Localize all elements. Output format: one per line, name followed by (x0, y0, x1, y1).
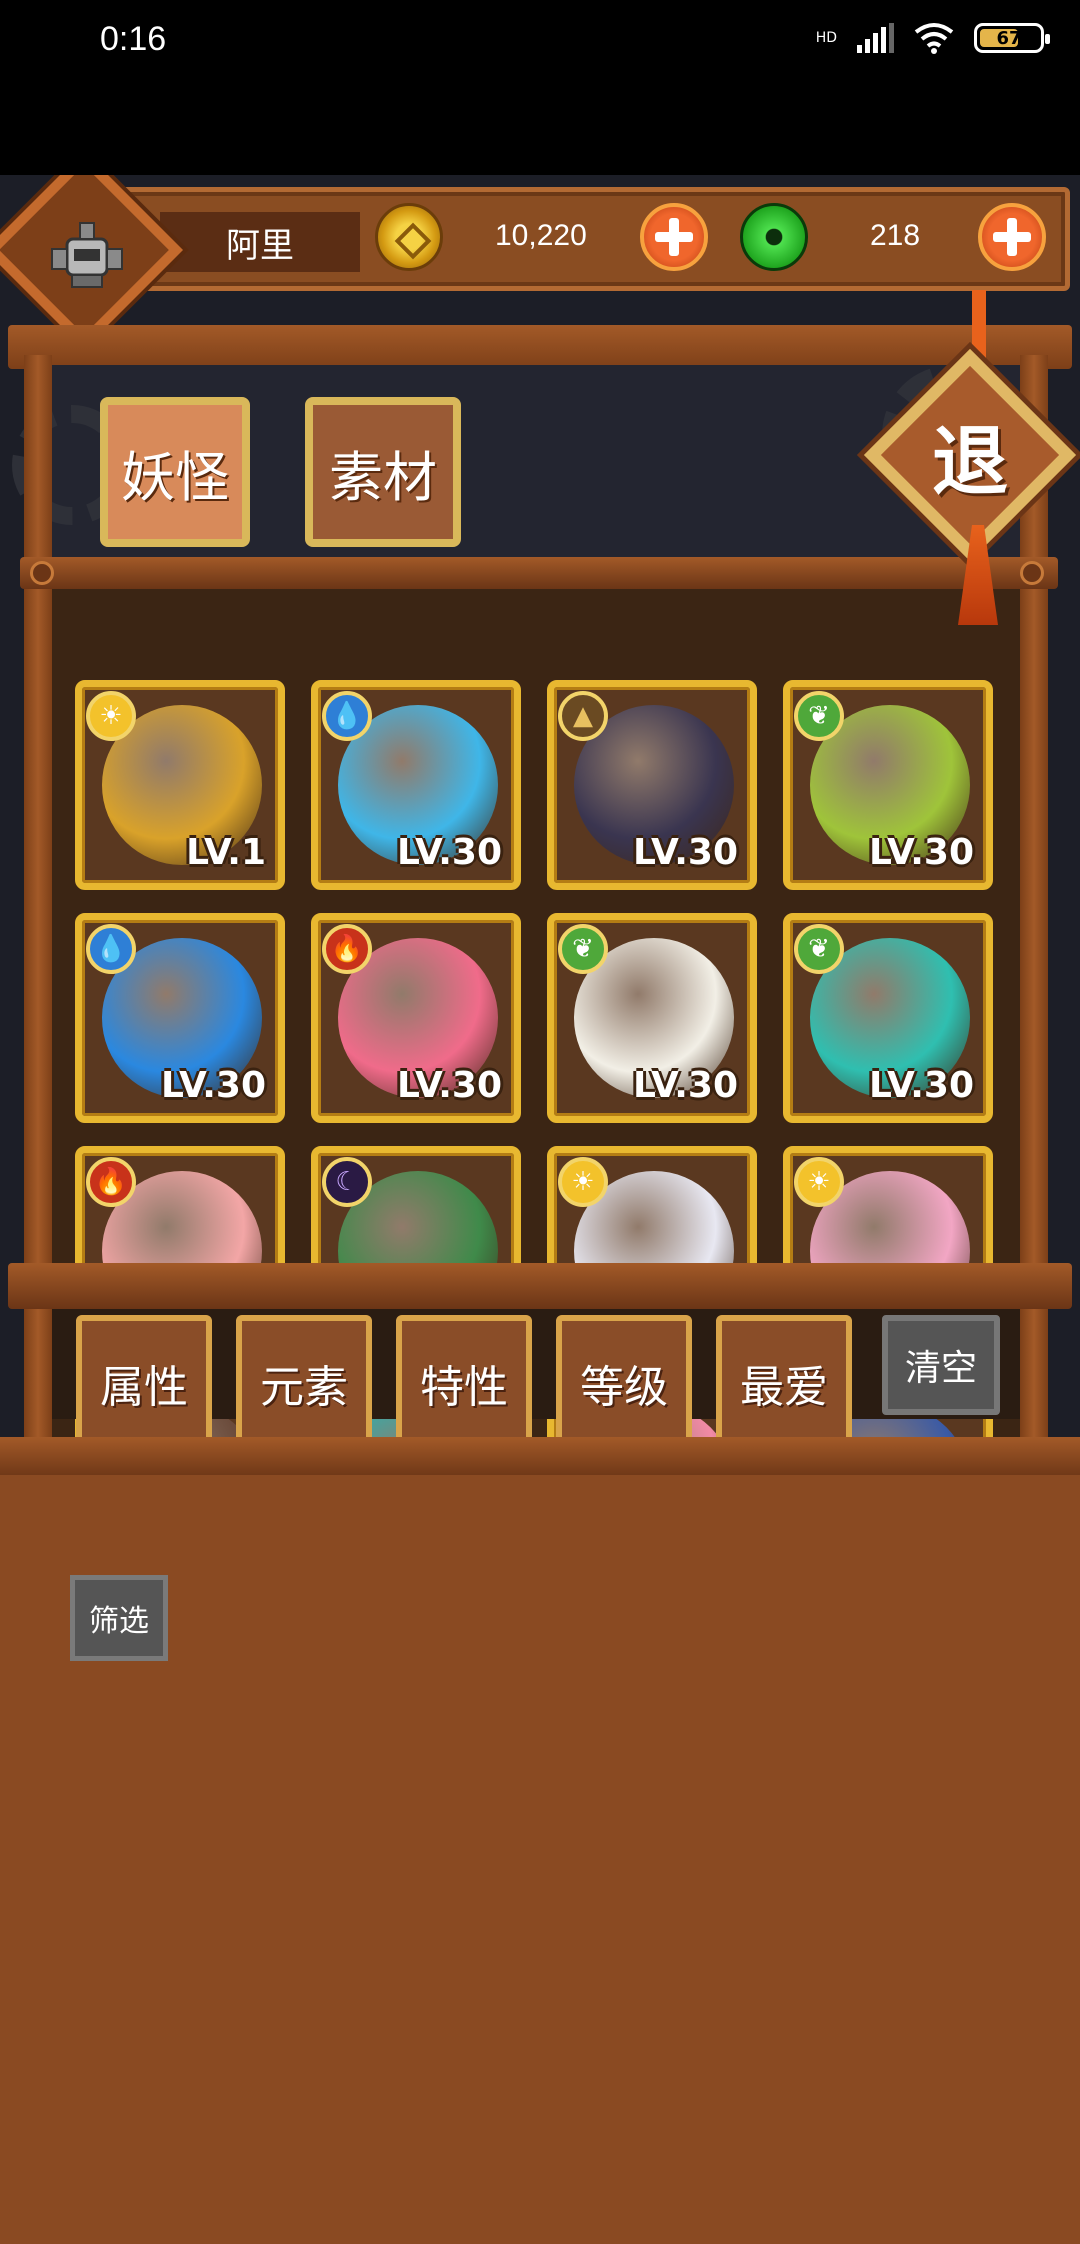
monster-card[interactable]: 🔥 LV.30 (311, 913, 521, 1123)
robot-avatar-icon (51, 222, 123, 288)
tab-monsters[interactable]: 妖怪 (100, 397, 250, 547)
monster-level: LV.1 (186, 832, 266, 873)
network-type-label: HD (815, 30, 837, 46)
moon-element-icon: ☾ (322, 1157, 372, 1207)
sun-element-icon: ☀ (558, 1157, 608, 1207)
leaf-element-icon: ❦ (794, 691, 844, 741)
monster-level: LV.30 (869, 832, 974, 873)
monster-card[interactable]: ❦ LV.30 (783, 913, 993, 1123)
monster-card[interactable]: ▲ LV.30 (547, 680, 757, 890)
sun-element-icon: ☀ (86, 691, 136, 741)
monster-level: LV.30 (397, 832, 502, 873)
monster-card[interactable]: ☀ LV.1 (75, 680, 285, 890)
shelf-top (8, 325, 1072, 369)
shelf-divider (20, 557, 1058, 589)
jade-icon (740, 203, 808, 271)
gold-amount: 10,220 (495, 219, 587, 252)
filter-level-button[interactable]: 等级 (556, 1315, 692, 1451)
wifi-icon (914, 23, 954, 54)
status-icons: HD 67 (815, 22, 1050, 54)
filter-trait-button[interactable]: 特性 (396, 1315, 532, 1451)
monster-card[interactable]: ❦ LV.30 (547, 913, 757, 1123)
status-bar: 0:16 HD 67 (0, 0, 1080, 175)
filter-attribute-button[interactable]: 属性 (76, 1315, 212, 1451)
filter-favorite-button[interactable]: 最爱 (716, 1315, 852, 1451)
battery-level: 67 (996, 27, 1022, 49)
water-element-icon: 💧 (322, 691, 372, 741)
gold-coin-icon (375, 203, 443, 271)
monster-card[interactable]: ❦ LV.30 (783, 680, 993, 890)
fire-element-icon: 🔥 (322, 924, 372, 974)
leaf-element-icon: ❦ (558, 924, 608, 974)
jade-amount: 218 (870, 219, 921, 252)
sun-element-icon: ☀ (794, 1157, 844, 1207)
battery-icon: 67 (974, 23, 1050, 53)
monster-level: LV.30 (161, 1065, 266, 1106)
monster-level: LV.30 (633, 832, 738, 873)
shelf-bottom (0, 1437, 1080, 1479)
filter-element-button[interactable]: 元素 (236, 1315, 372, 1451)
screen-button[interactable]: 筛选 (70, 1575, 168, 1661)
clear-button[interactable]: 清空 (882, 1315, 1000, 1415)
avatar[interactable] (34, 201, 140, 307)
shelf-middle (8, 1263, 1072, 1309)
quit-label: 退 (932, 417, 1008, 506)
fire-element-icon: 🔥 (86, 1157, 136, 1207)
monster-card[interactable]: 💧 LV.30 (75, 913, 285, 1123)
monster-level: LV.30 (397, 1065, 502, 1106)
tab-materials[interactable]: 素材 (305, 397, 461, 547)
resource-bar: 阿里 10,220 218 (90, 187, 1070, 291)
monster-level: LV.30 (869, 1065, 974, 1106)
add-gold-button[interactable] (640, 203, 708, 271)
water-element-icon: 💧 (86, 924, 136, 974)
leaf-element-icon: ❦ (794, 924, 844, 974)
player-name: 阿里 (160, 212, 360, 272)
monster-level: LV.30 (633, 1065, 738, 1106)
status-time: 0:16 (100, 20, 167, 58)
game-scene: 阿里 10,220 218 妖怪 素材 退 ☀ LV.1 💧 LV.30 ▲ LV.30 ❦… (0, 175, 1080, 2244)
earth-element-icon: ▲ (558, 691, 608, 741)
add-jade-button[interactable] (978, 203, 1046, 271)
monster-card[interactable]: 💧 LV.30 (311, 680, 521, 890)
signal-icon (857, 23, 894, 53)
